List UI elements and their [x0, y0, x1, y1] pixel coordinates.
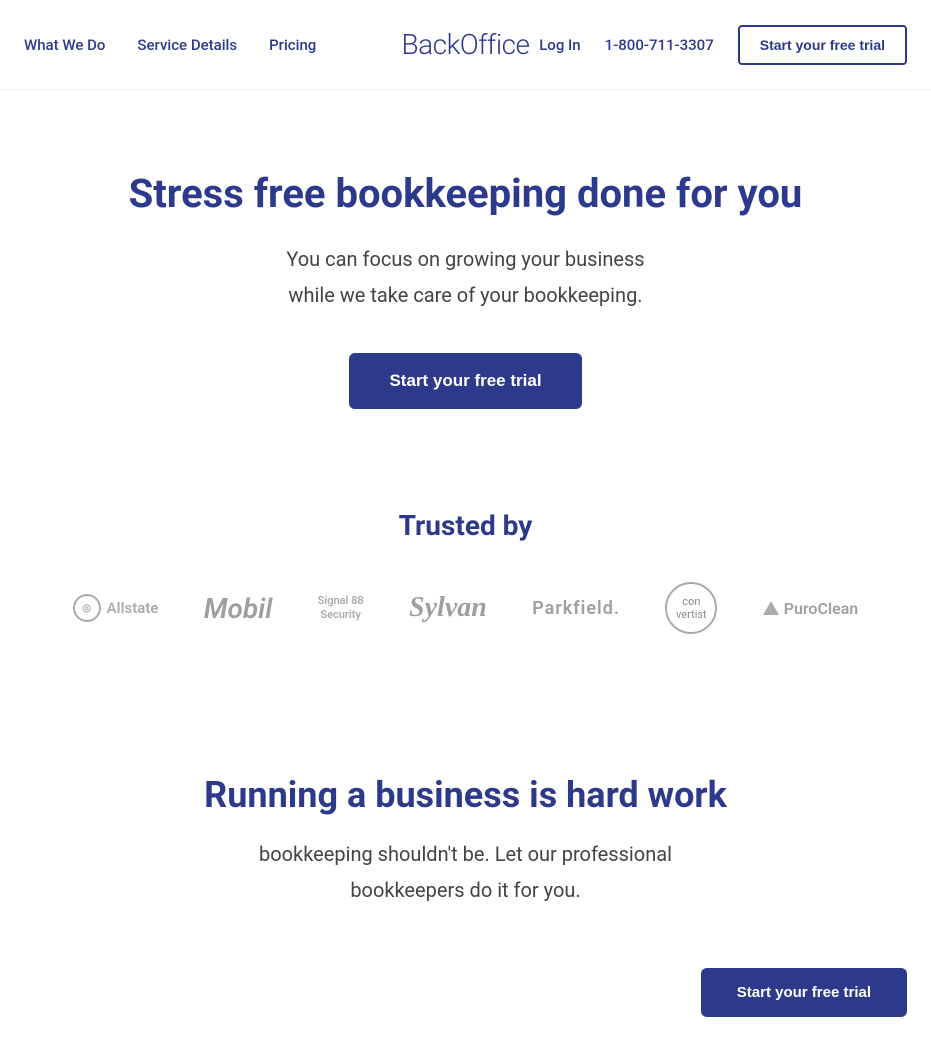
hero-section: Stress free bookkeeping done for you You… — [0, 90, 931, 469]
trusted-section: Trusted by ◎ Allstate Mobil Signal 88Sec… — [0, 469, 931, 694]
trusted-title: Trusted by — [20, 509, 911, 542]
nav-login[interactable]: Log In — [539, 36, 580, 54]
logo-mobil: Mobil — [204, 592, 273, 625]
logo-sylvan: Sylvan — [409, 592, 487, 624]
nav-phone[interactable]: 1-800-711-3307 — [605, 36, 714, 54]
hero-title: Stress free bookkeeping done for you — [20, 170, 911, 217]
logo-allstate: ◎ Allstate — [73, 594, 159, 622]
hard-work-title: Running a business is hard work — [20, 774, 911, 816]
logos-row: ◎ Allstate Mobil Signal 88Security Sylva… — [20, 582, 911, 634]
logo-convertist: convertist — [665, 582, 717, 634]
bottom-cta-button[interactable]: Start your free trial — [701, 968, 907, 1017]
allstate-icon: ◎ — [73, 594, 101, 622]
hard-work-subtitle: bookkeeping shouldn't be. Let our profes… — [206, 836, 726, 908]
nav-cta-button[interactable]: Start your free trial — [738, 25, 907, 65]
logo-puroclean: PuroClean — [763, 599, 859, 618]
hard-work-section: Running a business is hard work bookkeep… — [0, 694, 931, 948]
navbar: What We Do Service Details Pricing BackO… — [0, 0, 931, 90]
puroclean-icon — [763, 601, 779, 615]
site-logo[interactable]: BackOffice — [401, 28, 529, 61]
logo-parkfield: Parkfield. — [532, 598, 620, 619]
logo-signal-security: Signal 88Security — [318, 594, 364, 623]
nav-what-we-do[interactable]: What We Do — [24, 36, 105, 54]
nav-service-details[interactable]: Service Details — [137, 36, 237, 54]
hero-cta-button[interactable]: Start your free trial — [349, 353, 581, 409]
hero-subtitle: You can focus on growing your business w… — [20, 241, 911, 313]
bottom-area: Start your free trial — [0, 948, 931, 1037]
nav-pricing[interactable]: Pricing — [269, 36, 316, 54]
